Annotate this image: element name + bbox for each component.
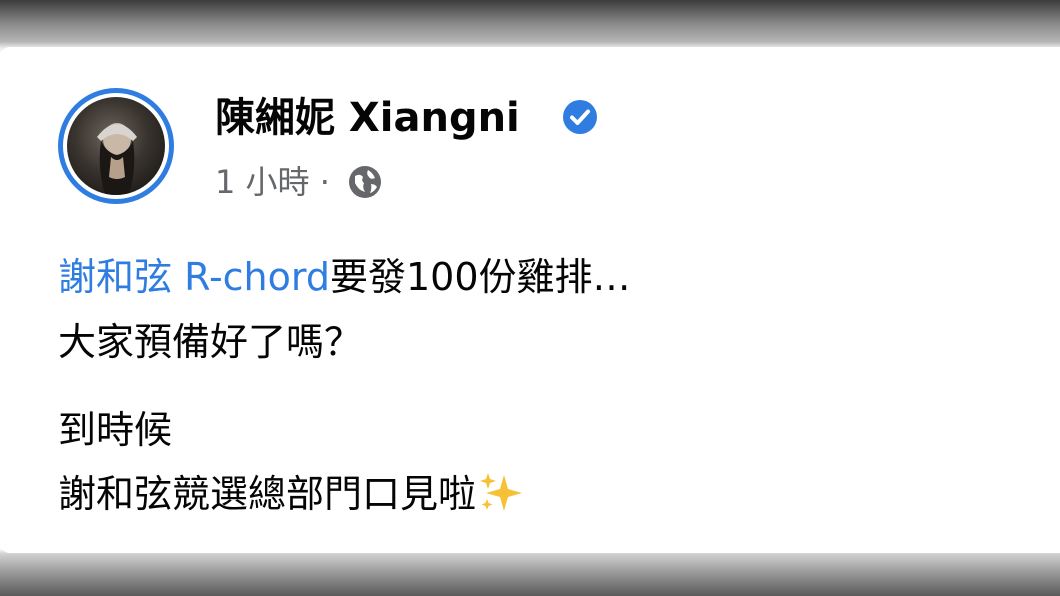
post-meta: 1 小時 · (215, 160, 384, 204)
post-text-line-3: 到時候 (58, 408, 173, 452)
sparkles-emoji (480, 473, 523, 511)
post-text-line-2: 大家預備好了嗎？ (58, 320, 363, 364)
globe-icon[interactable] (346, 163, 384, 201)
avatar-photo (97, 123, 137, 195)
meta-separator: · (309, 163, 341, 201)
author-name[interactable]: 陳緗妮 Xiangni (215, 92, 520, 144)
post-text-line-1: 謝和弦 R-chord要發100份雞排… (58, 252, 631, 302)
post-timestamp[interactable]: 1 小時 (215, 160, 310, 204)
post-text-segment: 謝和弦競選總部門口見啦 (58, 472, 477, 516)
post-text-segment: 要發100份雞排… (329, 255, 631, 299)
story-ring[interactable] (58, 88, 174, 204)
avatar[interactable] (67, 97, 165, 195)
mention-link[interactable]: 謝和弦 R-chord (58, 255, 330, 299)
post-text-line-4: 謝和弦競選總部門口見啦 (58, 469, 524, 519)
verified-badge-icon (563, 100, 597, 134)
